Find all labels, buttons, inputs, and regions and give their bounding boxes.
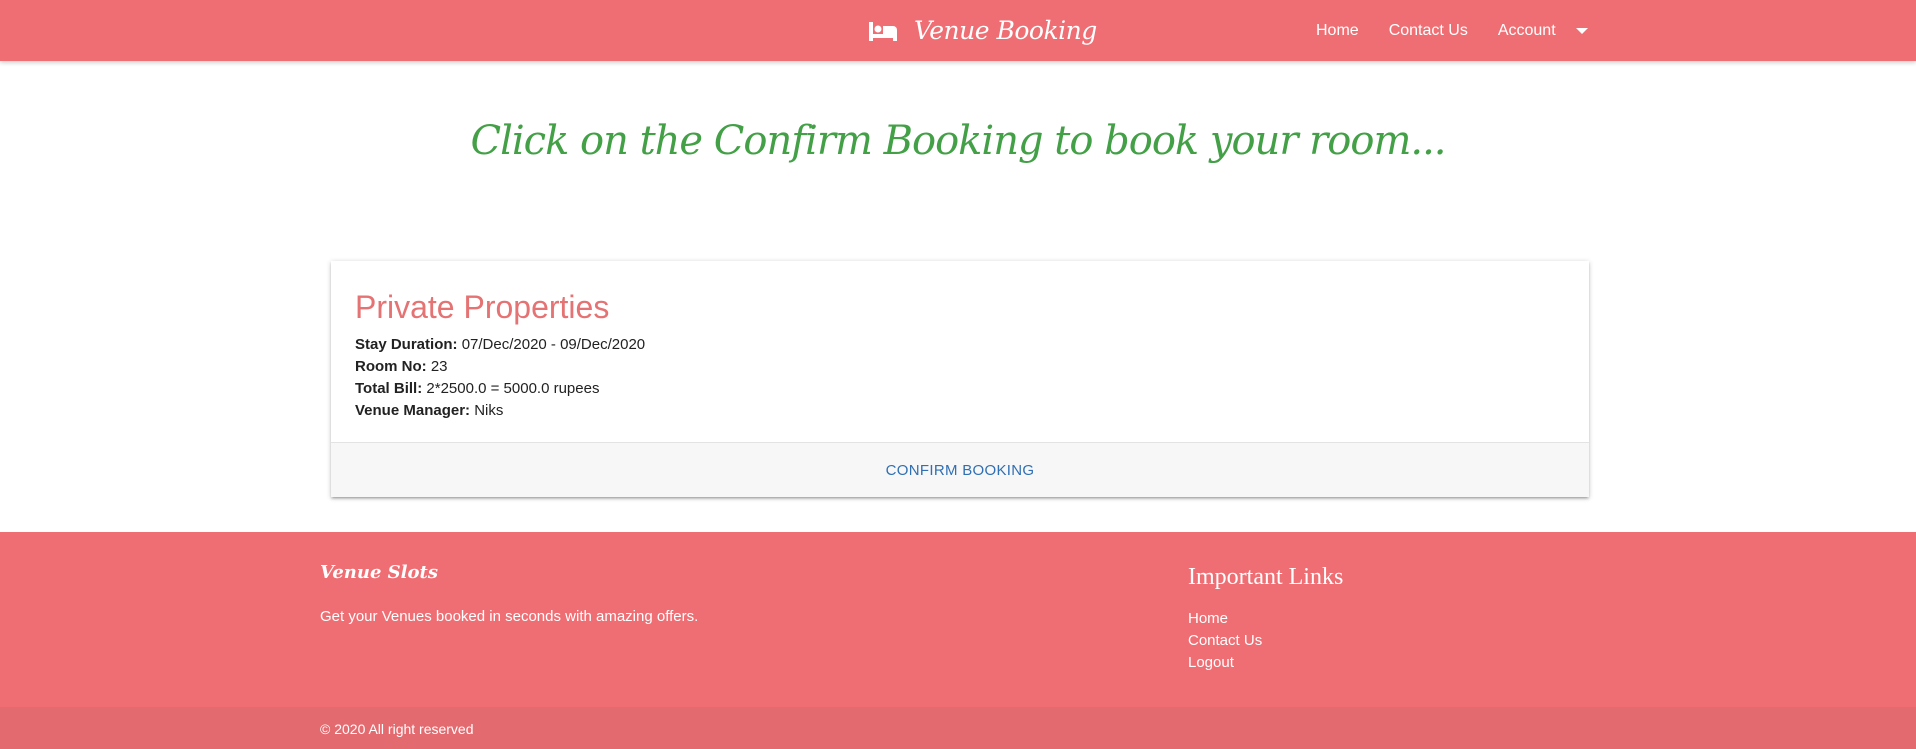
confirm-booking-button[interactable]: CONFIRM BOOKING: [886, 462, 1035, 479]
page-headline: Click on the Confirm Booking to book you…: [470, 118, 1446, 164]
navbar: Venue Booking Home Contact Us Account: [0, 0, 1916, 61]
important-links-list: Home Contact Us Logout: [1188, 608, 1262, 674]
stay-duration-value: 07/Dec/2020 - 09/Dec/2020: [461, 336, 646, 353]
footer-contact-link[interactable]: Contact Us: [1188, 632, 1262, 649]
footer-home-link[interactable]: Home: [1188, 610, 1228, 627]
copyright-bar: © 2020 All right reserved: [0, 707, 1916, 749]
booking-card-content: Private Properties Stay Duration: 07/Dec…: [355, 289, 1565, 422]
total-bill-row: Total Bill: 2*2500.0 = 5000.0 rupees: [355, 378, 1565, 400]
property-title: Private Properties: [355, 289, 610, 325]
nav-account-label: Account: [1497, 21, 1556, 39]
stay-duration-row: Stay Duration: 07/Dec/2020 - 09/Dec/2020: [355, 334, 1565, 356]
brand-link[interactable]: Venue Booking: [868, 0, 1097, 61]
chevron-down-icon[interactable]: [1575, 27, 1588, 34]
footer-brand: Venue Slots: [320, 562, 438, 583]
venue-manager-label: Venue Manager:: [355, 402, 471, 419]
venue-manager-value: Niks: [474, 402, 504, 419]
nav-account-dropdown[interactable]: Account: [1498, 22, 1556, 40]
copyright-text: © 2020 All right reserved: [320, 721, 474, 737]
booking-card: Private Properties Stay Duration: 07/Dec…: [331, 261, 1589, 497]
total-bill-value: 2*2500.0 = 5000.0 rupees: [426, 380, 600, 397]
booking-card-action: CONFIRM BOOKING: [331, 442, 1589, 497]
footer: Venue Slots Get your Venues booked in se…: [0, 532, 1916, 749]
brand-name: Venue Booking: [914, 16, 1097, 45]
nav-contact-link[interactable]: Contact Us: [1389, 22, 1468, 40]
room-no-value: 23: [430, 358, 448, 375]
footer-logout-link[interactable]: Logout: [1188, 654, 1234, 671]
important-links-heading: Important Links: [1188, 564, 1344, 590]
nav-home-link[interactable]: Home: [1316, 22, 1359, 40]
total-bill-label: Total Bill:: [355, 380, 423, 397]
room-no-row: Room No: 23: [355, 356, 1565, 378]
nav-links: Home Contact Us Account: [1316, 0, 1588, 61]
room-no-label: Room No:: [355, 358, 427, 375]
venue-manager-row: Venue Manager: Niks: [355, 400, 1565, 422]
footer-tagline: Get your Venues booked in seconds with a…: [320, 608, 699, 625]
bed-icon: [869, 21, 897, 41]
stay-duration-label: Stay Duration:: [355, 336, 458, 353]
